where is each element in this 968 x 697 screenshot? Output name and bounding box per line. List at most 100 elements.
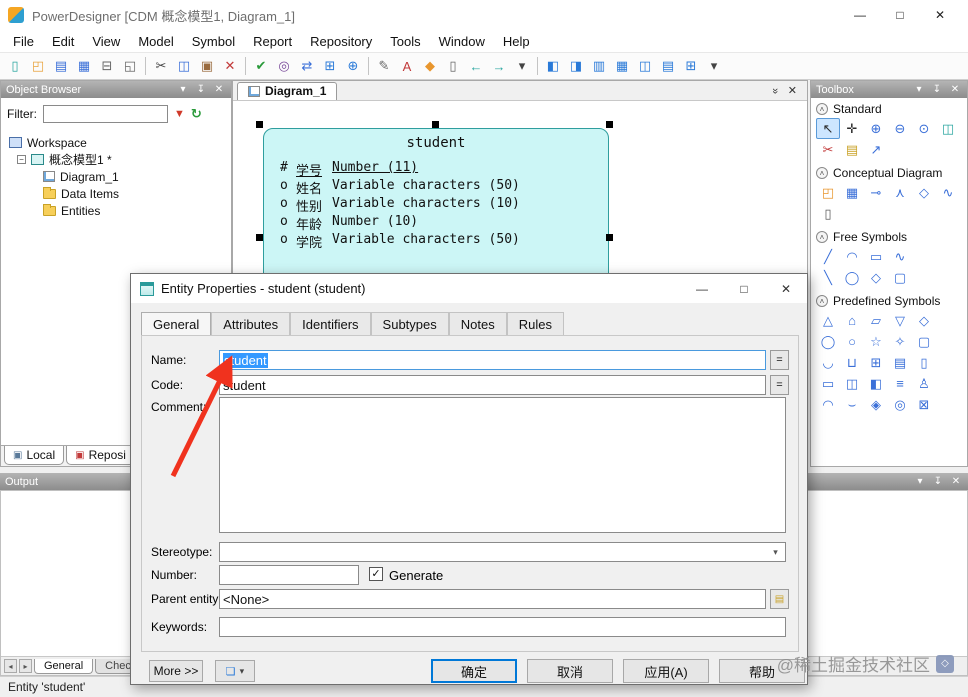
polyline-tool[interactable]: ∿ — [888, 246, 912, 267]
collapse-icon[interactable]: − — [17, 155, 26, 164]
tab-local[interactable]: ▣ Local — [4, 446, 65, 465]
dialog-tab[interactable]: Identifiers — [290, 312, 371, 335]
association-link-tool[interactable]: ∿ — [936, 182, 960, 203]
selection-handle[interactable] — [432, 121, 439, 128]
menu-item[interactable]: Help — [494, 32, 539, 51]
circle-symbol[interactable]: ○ — [840, 331, 864, 352]
menu-item[interactable]: Tools — [381, 32, 429, 51]
rectangle-tool[interactable]: ▭ — [864, 246, 888, 267]
grid-symbol[interactable]: ⊞ — [864, 352, 888, 373]
properties-tool[interactable]: ▤ — [840, 139, 864, 160]
inheritance-tool[interactable]: ⋏ — [888, 182, 912, 203]
window-list-button[interactable]: ▤ — [657, 55, 679, 77]
name-input[interactable]: student — [219, 350, 766, 370]
delete-tool[interactable]: ✂ — [816, 139, 840, 160]
package-tool[interactable]: ◰ — [816, 182, 840, 203]
zoom-out-tool[interactable]: ⊖ — [888, 118, 912, 139]
minimize-button[interactable]: — — [840, 0, 880, 30]
zoom-in-tool[interactable]: ⊕ — [864, 118, 888, 139]
pencil-button[interactable]: ✎ — [373, 55, 395, 77]
maximize-button[interactable]: □ — [880, 0, 920, 30]
menu-item[interactable]: Repository — [301, 32, 381, 51]
chevron-down-icon[interactable]: ▾ — [768, 545, 783, 559]
dialog-tab[interactable]: Notes — [448, 312, 507, 335]
menu-item[interactable]: Edit — [43, 32, 83, 51]
parent-entity-browse-button[interactable]: ▤ — [770, 589, 789, 609]
toolbar-overflow-button[interactable]: ▾ — [703, 55, 725, 77]
filter-refresh-icon[interactable]: ↻ — [191, 106, 202, 122]
document-button[interactable]: ▯ — [442, 55, 464, 77]
cancel-button[interactable]: 取消 — [527, 659, 613, 683]
menu-item[interactable]: Symbol — [183, 32, 244, 51]
inverted-triangle-symbol[interactable]: ▽ — [888, 310, 912, 331]
panel-menu-icon[interactable]: ▾ — [176, 84, 190, 95]
dialog-tab[interactable]: General — [141, 312, 212, 336]
menu-item[interactable]: View — [83, 32, 129, 51]
tab-scroll-right-icon[interactable]: ▸ — [19, 659, 32, 673]
close-icon[interactable]: ✕ — [948, 84, 962, 95]
relationship-tool[interactable]: ⊸ — [864, 182, 888, 203]
person-symbol[interactable]: ♙ — [912, 373, 936, 394]
tree-item-model[interactable]: − 概念模型1 * — [5, 151, 229, 168]
filter-input[interactable] — [43, 105, 168, 123]
dialog-maximize-button[interactable]: □ — [723, 274, 765, 303]
window-vertical-button[interactable]: ▦ — [611, 55, 633, 77]
star4-symbol[interactable]: ✧ — [888, 331, 912, 352]
panel-menu-icon[interactable]: ▾ — [912, 84, 926, 95]
filter-remove-icon[interactable]: ▼ — [174, 108, 185, 120]
selection-handle[interactable] — [256, 121, 263, 128]
cup-symbol[interactable]: ⊔ — [840, 352, 864, 373]
arc-tool[interactable]: ◠ — [840, 246, 864, 267]
panel-menu-icon[interactable]: ▾ — [913, 476, 927, 487]
dialog-minimize-button[interactable]: — — [681, 274, 723, 303]
apply-button[interactable]: 应用(A) — [623, 659, 709, 683]
star-symbol[interactable]: ☆ — [864, 331, 888, 352]
ring-symbol[interactable]: ◎ — [888, 394, 912, 415]
save-all-button[interactable]: ▦ — [73, 55, 95, 77]
rounded-rectangle-symbol[interactable]: ▢ — [912, 331, 936, 352]
find-button[interactable]: ◎ — [273, 55, 295, 77]
tab-scroll-left-icon[interactable]: ◂ — [4, 659, 17, 673]
close-icon[interactable]: ✕ — [212, 84, 226, 95]
print-preview-button[interactable]: ◱ — [119, 55, 141, 77]
crossed-square-symbol[interactable]: ⊠ — [912, 394, 936, 415]
tree-item-entities[interactable]: Entities — [5, 202, 229, 219]
close-button[interactable]: ✕ — [920, 0, 960, 30]
chevrons-down-icon[interactable]: » — [769, 87, 781, 93]
name-equals-button[interactable]: = — [770, 350, 789, 370]
pin-icon[interactable]: ↧ — [194, 84, 208, 95]
toolbox-section-predefined-symbols[interactable]: ˄ Predefined Symbols — [811, 290, 967, 310]
save-button[interactable]: ▤ — [50, 55, 72, 77]
selection-handle[interactable] — [606, 234, 613, 241]
pin-icon[interactable]: ↧ — [931, 476, 945, 487]
tab-repository[interactable]: ▣ Reposi — [66, 446, 135, 465]
close-icon[interactable]: ✕ — [949, 476, 963, 487]
toolbox-section-conceptual[interactable]: ˄ Conceptual Diagram — [811, 162, 967, 182]
window-cascade-button[interactable]: ◧ — [542, 55, 564, 77]
rectangle-symbol[interactable]: ▭ — [816, 373, 840, 394]
cut-button[interactable]: ✂ — [150, 55, 172, 77]
double-rectangle-symbol[interactable]: ◫ — [840, 373, 864, 394]
language-button[interactable]: ⊕ — [342, 55, 364, 77]
menu-item[interactable]: File — [4, 32, 43, 51]
rounded-rectangle-tool[interactable]: ▢ — [888, 267, 912, 288]
more-button[interactable]: More >> — [149, 660, 203, 682]
pin-icon[interactable]: ↧ — [930, 84, 944, 95]
font-color-button[interactable]: A — [396, 55, 418, 77]
delete-button[interactable]: ✕ — [219, 55, 241, 77]
link-tool[interactable]: ↗ — [864, 139, 888, 160]
dialog-tab[interactable]: Attributes — [211, 312, 291, 335]
vertical-rectangle-symbol[interactable]: ▯ — [912, 352, 936, 373]
diamond-symbol[interactable]: ◇ — [912, 310, 936, 331]
selection-handle[interactable] — [606, 121, 613, 128]
global-view-tool[interactable]: ⊙ — [912, 118, 936, 139]
tree-item-workspace[interactable]: Workspace — [5, 134, 229, 151]
tab-diagram-1[interactable]: Diagram_1 — [237, 82, 338, 100]
code-equals-button[interactable]: = — [770, 375, 789, 395]
generate-button[interactable]: ⇄ — [296, 55, 318, 77]
toolbox-section-standard[interactable]: ˄ Standard — [811, 98, 967, 118]
parent-entity-input[interactable]: <None> — [219, 589, 766, 609]
mapping-editor-button[interactable]: ⊞ — [319, 55, 341, 77]
keywords-input[interactable] — [219, 617, 786, 637]
generate-checkbox[interactable]: ✓ — [369, 567, 383, 581]
